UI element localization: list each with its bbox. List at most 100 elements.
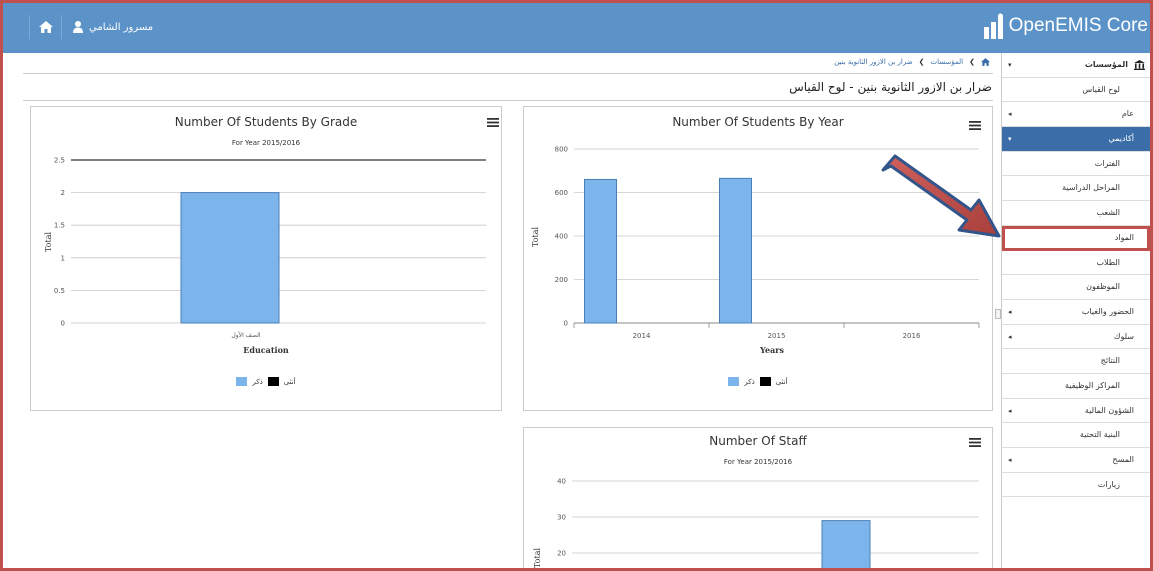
y-tick-label: 400 (555, 233, 568, 241)
y-tick-label: 1 (61, 254, 65, 262)
sidebar-item-label: الشعب (1096, 208, 1120, 218)
y-axis-label: Total (44, 232, 53, 253)
sidebar-item-label: البنية التحتية (1079, 430, 1120, 440)
x-tick-label: 2014 (633, 332, 651, 340)
y-axis-label: Total (531, 227, 540, 248)
top-bar: مسرور الشامي OpenEMIS Core (3, 3, 1150, 53)
sidebar-item-label: عام (1121, 109, 1134, 119)
sidebar-item-label: سلوك (1113, 331, 1134, 341)
x-tick-label: 2016 (903, 332, 921, 340)
sidebar-item-label: النتائج (1100, 356, 1120, 366)
brand: OpenEMIS Core (983, 13, 1148, 39)
legend-swatch-male (267, 377, 279, 386)
sidebar-item-4[interactable]: الفترات (1002, 152, 1150, 177)
chart-panel-staff: Number Of Staff For Year 2015/2016 20 30 4… (523, 427, 993, 569)
screenshot-frame: مسرور الشامي OpenEMIS Core ❯ المؤسسات ❯ … (0, 0, 1153, 571)
y-tick-label: 40 (557, 478, 566, 486)
annotation-arrow-icon (881, 154, 1001, 238)
openemis-logo-icon (983, 13, 1003, 39)
user-menu[interactable]: مسرور الشامي (73, 21, 153, 33)
legend-label-female: أنثى (775, 377, 788, 386)
caret-down-icon: ▾ (1008, 61, 1012, 69)
sidebar-item-12[interactable]: النتائج (1002, 349, 1150, 374)
x-tick-label: الصف الأول (231, 331, 260, 339)
sidebar-item-1[interactable]: لوح القياس (1002, 78, 1150, 103)
sidebar-item-label: المراحل الدراسية (1062, 183, 1120, 193)
y-tick-label: 1.5 (54, 222, 65, 230)
divider (23, 100, 993, 101)
institution-icon (1134, 60, 1145, 70)
y-tick-label: 30 (557, 514, 566, 522)
y-tick-label: 200 (555, 276, 568, 284)
sidebar-item-label: زيارات (1097, 479, 1120, 489)
topbar-separator (61, 15, 62, 39)
sidebar-item-11[interactable]: سلوك ◂ (1002, 325, 1150, 350)
breadcrumb: ❯ المؤسسات ❯ ضرار بن الازور الثانوية بني… (834, 58, 990, 66)
breadcrumb-home-icon[interactable] (981, 58, 990, 66)
y-tick-label: 2 (61, 189, 65, 197)
caret-left-icon: ◂ (1008, 110, 1012, 119)
legend-label-male: ذكر (252, 377, 263, 386)
legend-swatch-female (728, 377, 740, 386)
breadcrumb-current[interactable]: ضرار بن الازور الثانوية بنين (834, 58, 912, 66)
sidebar-item-label: المراكز الوظيفية (1064, 380, 1120, 390)
chart-panel-by-grade: Number Of Students By Grade For Year 201… (30, 106, 502, 411)
user-name: مسرور الشامي (89, 21, 154, 33)
sidebar-item-0[interactable]: المؤسسات ▾ (1002, 53, 1150, 78)
sidebar-item-label: الفترات (1094, 158, 1120, 168)
y-tick-label: 20 (557, 550, 566, 558)
sidebar-item-8[interactable]: الطلاب (1002, 251, 1150, 276)
sidebar-item-7[interactable]: المواد (1002, 225, 1150, 251)
caret-left-icon: ◂ (1008, 456, 1012, 464)
y-axis-label: Total (533, 548, 542, 569)
sidebar-item-14[interactable]: الشؤون المالية ◂ (1002, 399, 1150, 424)
bar (821, 520, 871, 568)
chart-plot-area: 20 30 40 Total (533, 478, 979, 569)
legend-label-male: ذكر (744, 377, 755, 386)
sidebar-item-13[interactable]: المراكز الوظيفية (1002, 374, 1150, 399)
sidebar-item-17[interactable]: زيارات (1002, 473, 1150, 498)
divider (23, 73, 993, 74)
sidebar-item-label: المؤسسات (1084, 60, 1128, 69)
sidebar-item-label: لوح القياس (1082, 84, 1120, 94)
sidebar: المؤسسات ▾ لوح القياس عام ◂ أكاديمي ▾ الفترات ال… (1001, 53, 1150, 568)
sidebar-item-15[interactable]: البنية التحتية (1002, 423, 1150, 448)
bar (180, 192, 280, 324)
breadcrumb-link-institutions[interactable]: المؤسسات (931, 58, 964, 66)
page-title: ضرار بن الازور الثانوية بنين - لوح القيا… (789, 80, 992, 94)
y-tick-label: 0 (61, 320, 65, 328)
sidebar-item-3[interactable]: أكاديمي ▾ (1002, 127, 1150, 152)
sidebar-item-16[interactable]: المسح ◂ (1002, 448, 1150, 473)
sidebar-item-label: الشؤون المالية (1084, 405, 1134, 415)
chart-plot-area: 0 0.5 1 1.5 2 2.5 Total Education الصف الأول (44, 157, 486, 355)
chart-legend: أنثى ذكر (524, 377, 992, 386)
home-icon[interactable] (39, 21, 53, 33)
sidebar-item-label: أكاديمي (1108, 134, 1134, 144)
y-tick-label: 2.5 (54, 157, 65, 165)
brand-name: OpenEMIS Core (1008, 15, 1148, 36)
sidebar-item-label: الطلاب (1096, 257, 1120, 267)
sidebar-item-6[interactable]: الشعب (1002, 201, 1150, 226)
caret-left-icon: ◂ (1008, 307, 1012, 316)
bar (719, 177, 752, 324)
sidebar-collapse-handle[interactable] (995, 309, 1001, 319)
y-tick-label: 800 (555, 146, 568, 154)
x-axis-label: Education (243, 345, 289, 355)
chart-legend: أنثى ذكر (31, 377, 501, 386)
legend-swatch-female (236, 377, 248, 386)
user-icon (73, 21, 83, 33)
y-tick-label: 0.5 (54, 287, 65, 295)
sidebar-item-10[interactable]: الحضور والغياب ◂ (1002, 300, 1150, 325)
x-axis-label: Years (759, 345, 785, 355)
y-tick-label: 0 (564, 320, 568, 328)
legend-swatch-male (759, 377, 771, 386)
sidebar-item-2[interactable]: عام ◂ (1002, 102, 1150, 128)
legend-label-female: أنثى (283, 377, 296, 386)
sidebar-item-9[interactable]: الموظفون (1002, 275, 1150, 300)
sidebar-item-label: المواد (1114, 232, 1134, 242)
breadcrumb-chevron-icon: ❯ (969, 58, 975, 66)
sidebar-item-label: الموظفون (1086, 282, 1120, 292)
sidebar-item-5[interactable]: المراحل الدراسية (1002, 176, 1150, 202)
sidebar-item-label: الحضور والغياب (1081, 306, 1134, 316)
caret-left-icon: ◂ (1008, 406, 1012, 415)
